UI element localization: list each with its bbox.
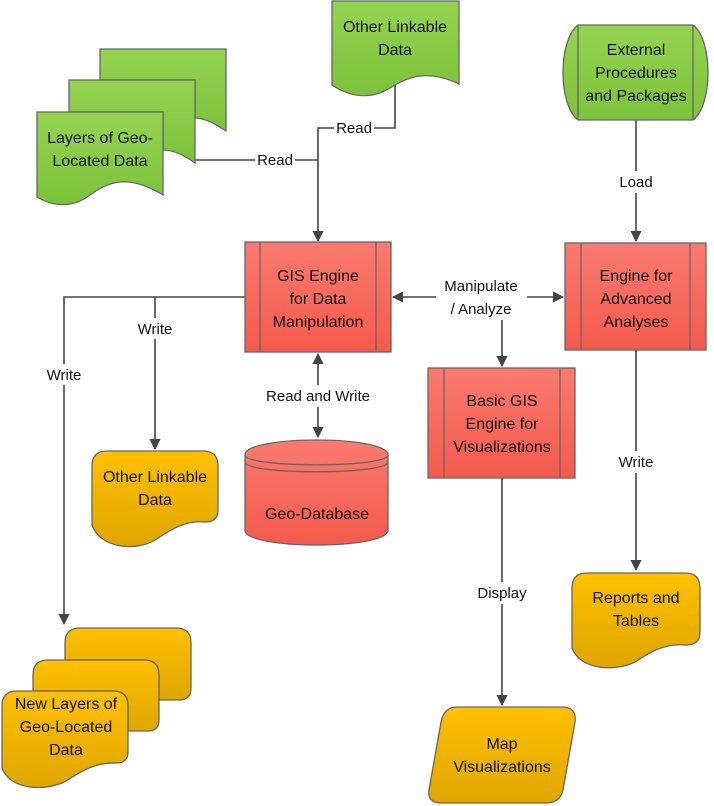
node-text: Engine for	[600, 268, 674, 285]
node-text: Basic GIS	[466, 393, 537, 410]
node-reports-and-tables[interactable]: Reports and Tables	[571, 572, 701, 669]
node-other-linkable-data-input[interactable]: Other Linkable Data	[331, 0, 460, 97]
node-text: Other Linkable	[343, 19, 447, 36]
edge-read-other	[312, 85, 396, 243]
node-text: Layers of Geo-	[47, 130, 153, 147]
node-text: Visualizations	[453, 439, 551, 456]
node-text: Data	[138, 492, 172, 509]
node-advanced-analyses-engine[interactable]: Engine for Advanced Analyses	[564, 242, 707, 351]
node-text: Map	[486, 736, 517, 753]
node-text: Manipulation	[273, 314, 364, 331]
node-text: Visualizations	[453, 759, 551, 776]
gis-workflow-diagram: Layers of Geo- Located Data Other Linkabl…	[1, 0, 709, 804]
node-text: Advanced	[600, 291, 671, 308]
node-other-linkable-data-output[interactable]: Other Linkable Data	[91, 450, 219, 548]
edge-label-load: Load	[619, 174, 652, 191]
node-text: Other Linkable	[103, 469, 207, 486]
node-text: Analyses	[604, 314, 669, 331]
node-text: Procedures	[595, 65, 677, 82]
node-layers-geo-located-data[interactable]: Layers of Geo- Located Data	[36, 48, 227, 206]
node-text: GIS Engine	[277, 268, 359, 285]
node-text: Located Data	[52, 153, 147, 170]
svg-text:Geo-Database: Geo-Database	[265, 506, 369, 523]
node-text: Geo-Database	[265, 506, 369, 523]
node-geo-database[interactable]: Geo-Database	[244, 439, 389, 546]
node-gis-engine[interactable]: GIS Engine for Data Manipulation	[244, 241, 392, 353]
edge-label-read-and-write: Read and Write	[266, 388, 370, 405]
node-text: Data	[49, 742, 83, 759]
node-basic-gis-engine[interactable]: Basic GIS Engine for Visualizations	[427, 367, 576, 479]
edge-label-display: Display	[477, 585, 527, 602]
node-text: Engine for	[466, 416, 540, 433]
node-text: for Data	[290, 291, 347, 308]
node-text: Reports and	[592, 590, 679, 607]
edge-label-read: Read	[257, 152, 293, 169]
edge-label-write: Write	[619, 454, 654, 471]
svg-text:Engine forAdvancedAnalyses: Engine for Advanced Analyses	[600, 268, 674, 331]
edge-label-write: Write	[138, 321, 173, 338]
node-text: External	[607, 42, 666, 59]
node-new-layers-geo-located-data[interactable]: New Layers of Geo-Located Data	[1, 627, 192, 789]
node-text: Geo-Located	[20, 719, 113, 736]
edge-label-write: Write	[47, 367, 82, 384]
node-text: New Layers of	[15, 696, 118, 713]
edge-label-read: Read	[336, 120, 372, 137]
node-map-visualizations[interactable]: Map Visualizations	[428, 706, 576, 804]
node-external-procedures[interactable]: External Procedures and Packages	[562, 24, 709, 121]
node-text: and Packages	[585, 88, 686, 105]
svg-text:Basic GISEngine forVisualizati: Basic GIS Engine for Visualizations	[453, 393, 551, 456]
node-text: Tables	[613, 613, 659, 630]
node-text: Data	[378, 42, 412, 59]
